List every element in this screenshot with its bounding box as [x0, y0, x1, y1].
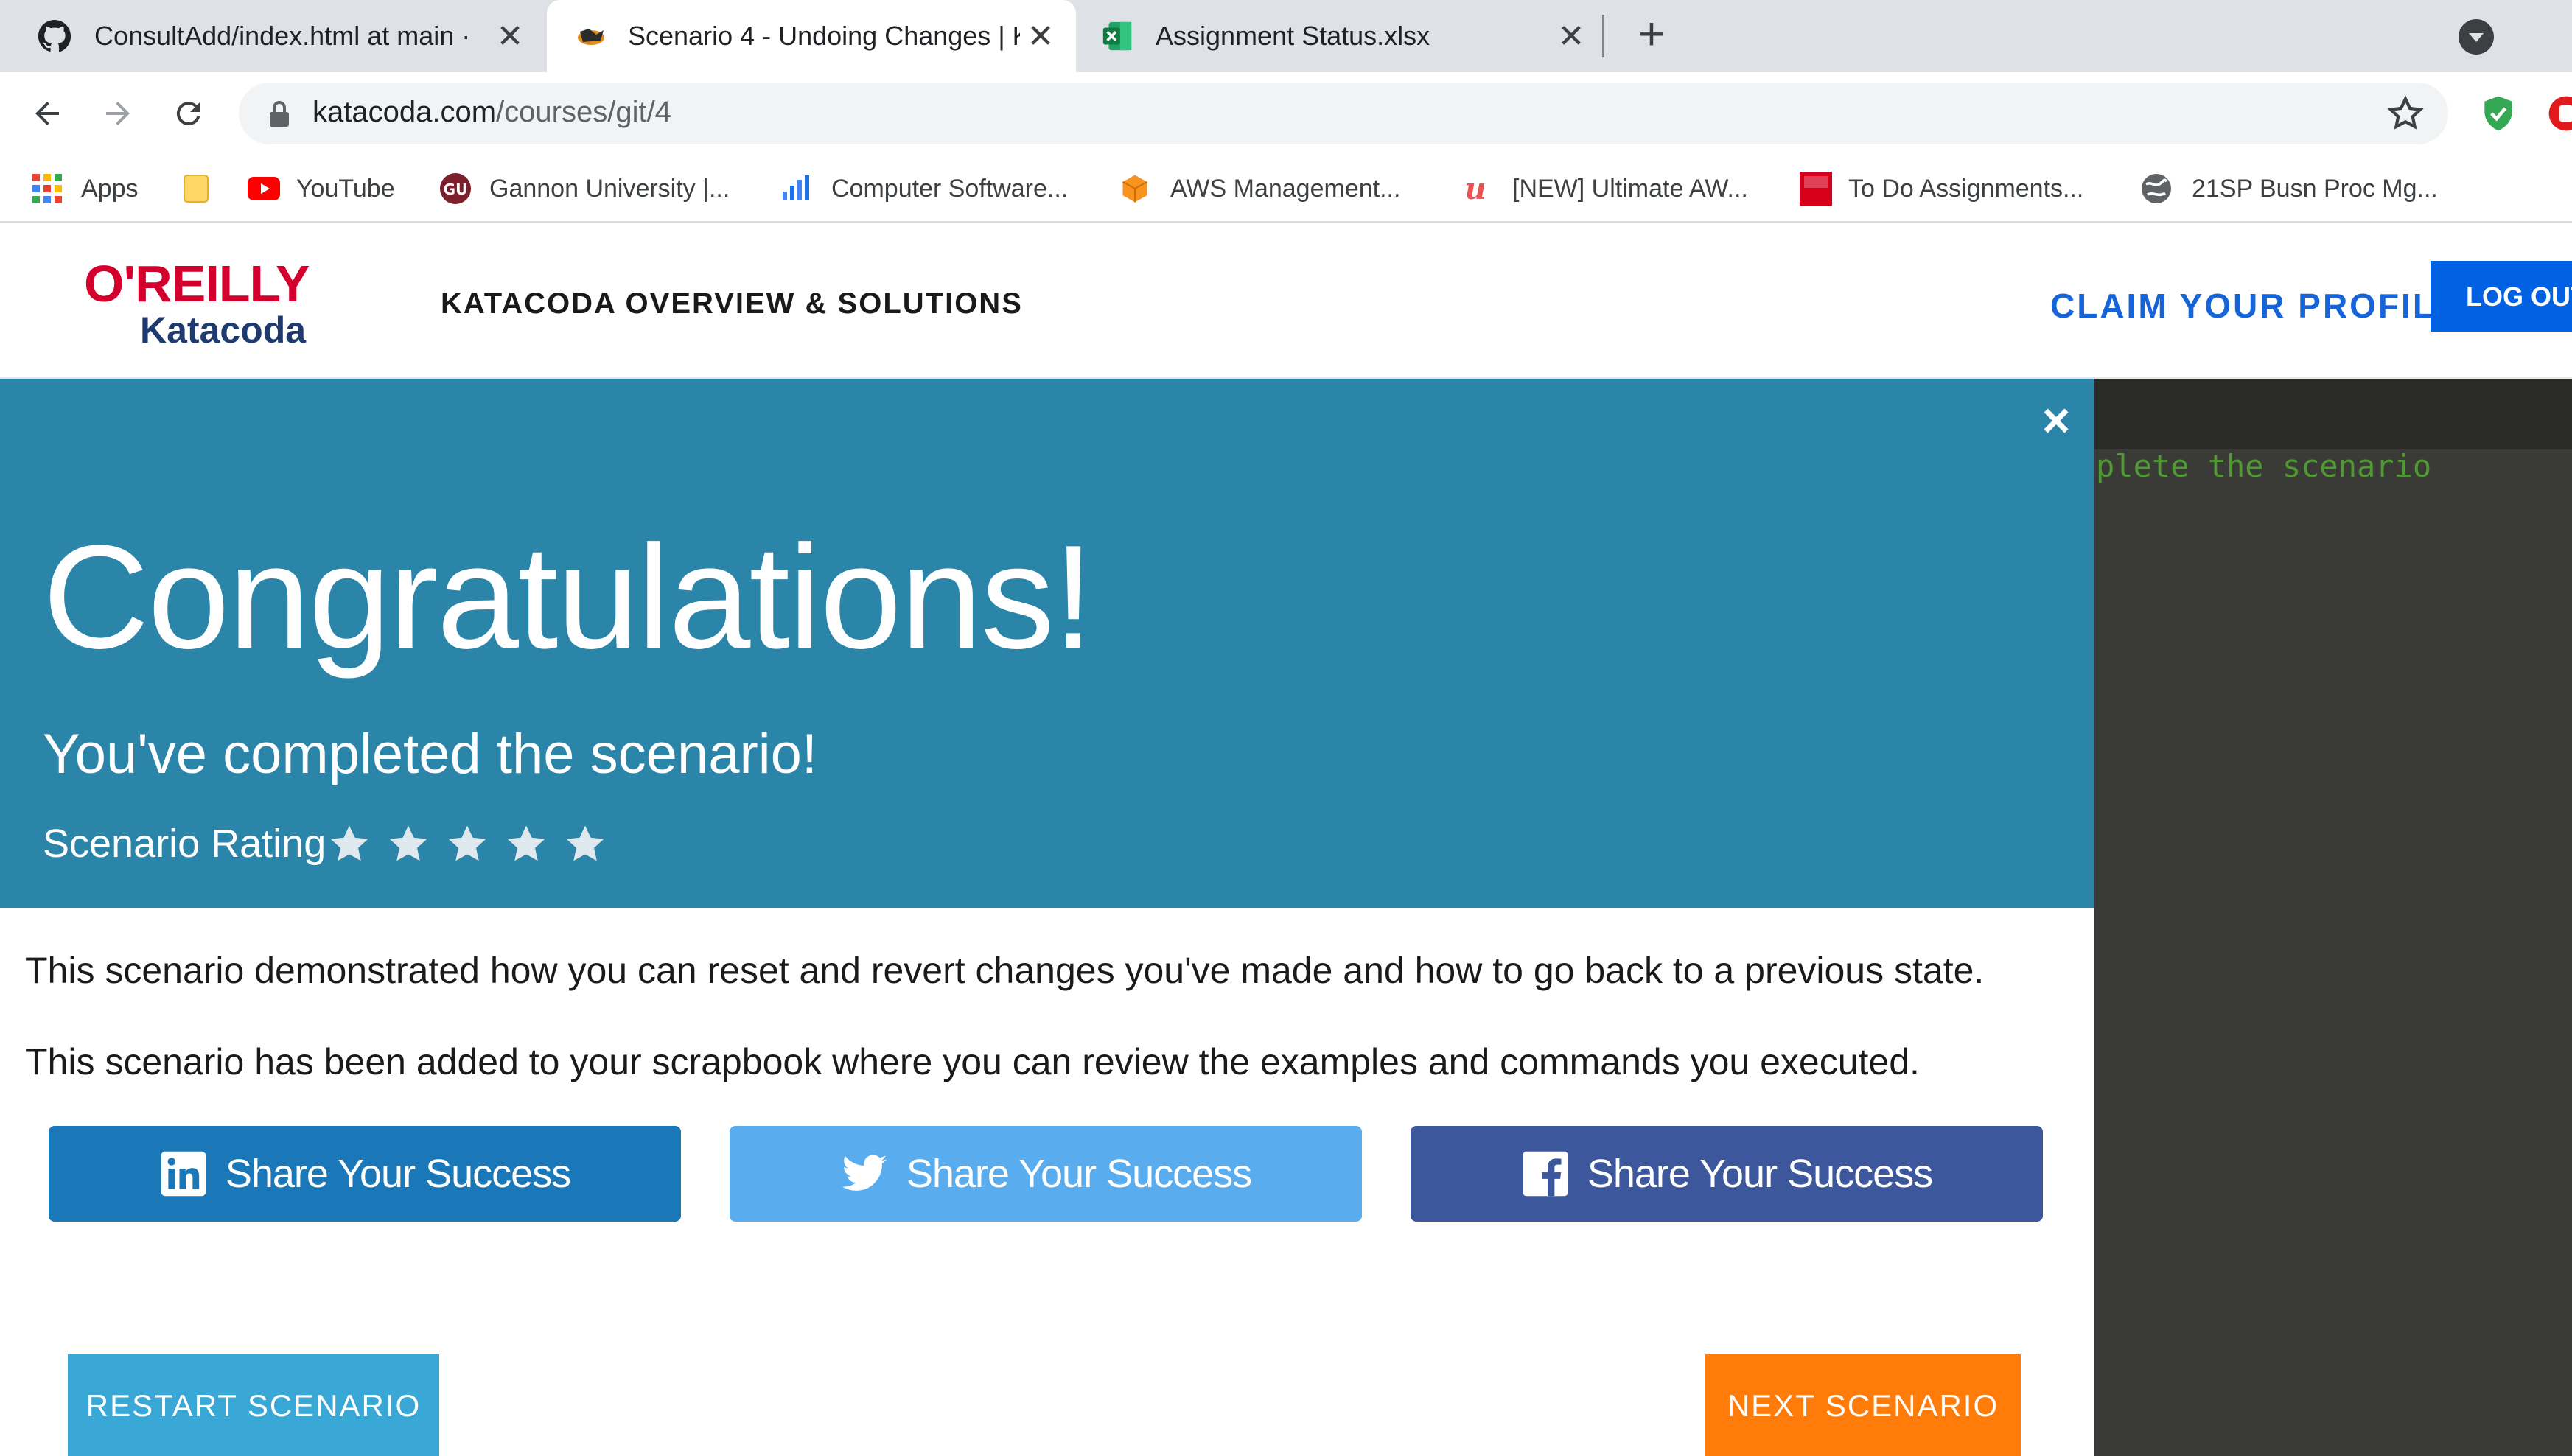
url-domain: katacoda.com	[312, 96, 497, 128]
bookmark-gannon[interactable]: GU Gannon University |...	[439, 169, 730, 208]
url-text[interactable]: katacoda.com/courses/git/4	[312, 96, 671, 129]
chart-icon	[780, 172, 812, 205]
bookmark-label: Apps	[81, 174, 139, 203]
modal-subheading: You've completed the scenario!	[43, 723, 818, 785]
site-header: O'REILLY Katacoda KATACODA OVERVIEW & SO…	[0, 224, 2572, 379]
claim-profile-link[interactable]: CLAIM YOUR PROFILE	[2050, 286, 2461, 326]
close-icon[interactable]: ×	[2035, 396, 2077, 444]
svg-text:GU: GU	[444, 181, 468, 198]
github-icon	[37, 18, 72, 54]
log-out-button[interactable]: LOG OUT	[2431, 261, 2572, 332]
star-icon[interactable]	[386, 822, 430, 867]
bookmark-label: To Do Assignments...	[1848, 174, 2084, 203]
back-arrow-icon[interactable]	[22, 88, 72, 139]
share-label: Share Your Success	[225, 1152, 571, 1196]
star-icon[interactable]	[445, 822, 489, 867]
completion-modal: × Congratulations! You've completed the …	[0, 379, 2094, 1456]
bookmark-label: AWS Management...	[1170, 174, 1401, 203]
terminal-tab-bar	[2094, 379, 2572, 449]
bookmark-udemy[interactable]: u [NEW] Ultimate AW...	[1459, 169, 1748, 208]
scenario-description: This scenario demonstrated how you can r…	[25, 950, 1985, 991]
lock-icon[interactable]	[268, 100, 290, 130]
globe-icon	[2140, 172, 2173, 205]
terminal-panel[interactable]: plete the scenario	[2094, 379, 2572, 1456]
logo-katacoda-text: Katacoda	[140, 309, 307, 351]
svg-text:u: u	[1464, 174, 1486, 203]
browser-toolbar: katacoda.com/courses/git/4	[0, 72, 2572, 155]
close-tab-icon[interactable]: ✕	[489, 15, 531, 57]
tab-search-icon[interactable]	[2459, 19, 2494, 55]
twitter-icon	[842, 1155, 887, 1191]
bookmark-label: Gannon University |...	[489, 174, 730, 203]
excel-icon	[1100, 18, 1135, 54]
aws-icon	[1119, 172, 1151, 205]
youtube-icon	[248, 172, 280, 205]
bookmark-label: Computer Software...	[831, 174, 1069, 203]
bookmark-folder[interactable]	[180, 169, 212, 208]
tab-katacoda[interactable]: Scenario 4 - Undoing Changes | K ✕	[547, 0, 1076, 72]
bookmark-label: [NEW] Ultimate AW...	[1512, 174, 1748, 203]
share-twitter-button[interactable]: Share Your Success	[730, 1126, 1362, 1222]
bookmark-busn-proc[interactable]: 21SP Busn Proc Mg...	[2140, 169, 2438, 208]
mcgraw-hill-icon	[1800, 172, 1832, 206]
nav-overview-link[interactable]: KATACODA OVERVIEW & SOLUTIONS	[441, 287, 1023, 321]
tab-title: ConsultAdd/index.html at main ·	[94, 21, 471, 51]
extension-icon[interactable]	[2545, 93, 2572, 134]
share-label: Share Your Success	[1587, 1152, 1933, 1196]
share-facebook-button[interactable]: Share Your Success	[1411, 1126, 2043, 1222]
modal-heading: Congratulations!	[43, 515, 1094, 679]
close-tab-icon[interactable]: ✕	[1551, 15, 1592, 57]
rating-stars[interactable]	[327, 822, 622, 867]
apps-grid-icon	[31, 172, 63, 205]
scrapbook-note: This scenario has been added to your scr…	[25, 1041, 1920, 1082]
linkedin-icon	[161, 1151, 206, 1197]
restart-scenario-button[interactable]: RESTART SCENARIO	[68, 1354, 439, 1456]
address-bar[interactable]: katacoda.com/courses/git/4	[239, 83, 2448, 144]
share-label: Share Your Success	[906, 1152, 1252, 1196]
browser-tab-strip: ConsultAdd/index.html at main · ✕ Scenar…	[0, 0, 2572, 72]
bookmark-label: YouTube	[296, 174, 395, 203]
close-tab-icon[interactable]: ✕	[1020, 15, 1061, 57]
url-path: /courses/git/4	[496, 96, 671, 128]
reload-icon[interactable]	[164, 88, 214, 139]
bookmark-star-icon[interactable]	[2385, 93, 2426, 134]
shield-extension-icon[interactable]	[2478, 93, 2519, 134]
tab-title: Assignment Status.xlsx	[1156, 21, 1430, 51]
bookmark-aws[interactable]: AWS Management...	[1119, 169, 1400, 208]
tab-github[interactable]: ConsultAdd/index.html at main · ✕	[0, 0, 545, 72]
katacoda-icon	[573, 18, 609, 54]
bookmark-apps[interactable]: Apps	[31, 169, 139, 208]
star-icon[interactable]	[327, 822, 371, 867]
bookmarks-bar: Apps YouTube GU Gannon University |... C…	[0, 155, 2572, 223]
tab-excel[interactable]: Assignment Status.xlsx ✕	[1077, 0, 1607, 72]
logo-oreilly-text: O'REILLY	[84, 255, 310, 312]
bookmark-mcgraw-hill[interactable]: To Do Assignments...	[1800, 169, 2083, 208]
folder-icon	[180, 172, 212, 205]
tab-title: Scenario 4 - Undoing Changes | K	[628, 21, 1020, 51]
new-tab-button[interactable]: +	[1629, 12, 1674, 59]
modal-banner: × Congratulations! You've completed the …	[0, 379, 2094, 908]
bookmark-computer-software[interactable]: Computer Software...	[780, 169, 1068, 208]
udemy-icon: u	[1459, 172, 1492, 205]
facebook-icon	[1523, 1151, 1568, 1197]
terminal-output: plete the scenario	[2096, 448, 2432, 484]
gannon-icon: GU	[439, 172, 472, 205]
share-linkedin-button[interactable]: Share Your Success	[49, 1126, 681, 1222]
star-icon[interactable]	[563, 822, 607, 867]
forward-arrow-icon[interactable]	[93, 88, 143, 139]
oreilly-katacoda-logo[interactable]: O'REILLY Katacoda	[84, 258, 335, 354]
bookmark-label: 21SP Busn Proc Mg...	[2192, 174, 2438, 203]
rating-label: Scenario Rating	[43, 822, 326, 866]
tab-separator	[1602, 15, 1604, 57]
next-scenario-button[interactable]: NEXT SCENARIO	[1705, 1354, 2021, 1456]
star-icon[interactable]	[504, 822, 548, 867]
bookmark-youtube[interactable]: YouTube	[248, 169, 395, 208]
